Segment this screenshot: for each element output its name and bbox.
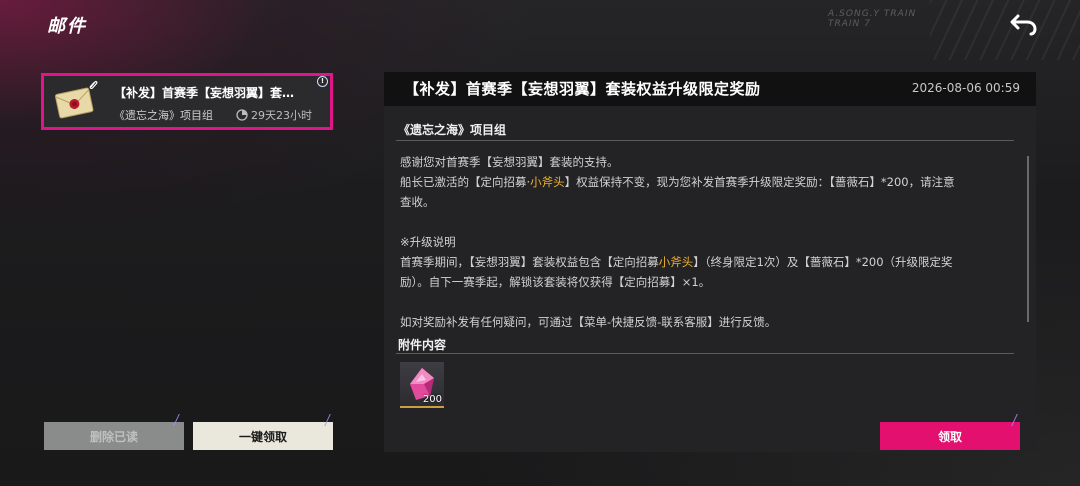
- delete-read-button[interactable]: 删除已读: [44, 422, 184, 450]
- mail-detail-panel: 【补发】首赛季【妄想羽翼】套装权益升级限定奖励 2026-08-06 00:59…: [384, 72, 1036, 452]
- undo-arrow-icon: [1010, 14, 1037, 36]
- mail-detail-sender: 《遗忘之海》项目组: [398, 123, 507, 137]
- divider: [396, 353, 1014, 354]
- body-line: 励）。自下一赛季起，解锁该套装将仅获得【定向招募】×1。: [400, 275, 711, 289]
- claim-all-button[interactable]: 一键领取: [193, 422, 333, 450]
- envelope-icon: [54, 87, 94, 119]
- paperclip-icon: [89, 81, 98, 89]
- body-line: 首赛季期间，【妄想羽翼】套装权益包含【定向招募小斧头】（终身限定1次）及【蔷薇石…: [400, 255, 953, 269]
- mail-item-sender: 《遗忘之海》项目组: [114, 109, 213, 122]
- body-line: ※升级说明: [400, 235, 456, 249]
- attachments-heading: 附件内容: [398, 338, 447, 352]
- highlight-text: 小斧头: [658, 255, 694, 269]
- scrollbar[interactable]: [1027, 156, 1029, 322]
- divider: [396, 140, 1014, 141]
- mail-item-timer-text: 29天23小时: [251, 109, 312, 122]
- body-line: 船长已激活的【定向招募·小斧头】权益保持不变，现为您补发首赛季升级限定奖励：【蔷…: [400, 175, 955, 189]
- mail-item-expiry: 29天23小时: [236, 107, 312, 123]
- body-line: 如对奖励补发有任何疑问，可通过【菜单-快捷反馈-联系客服】进行反馈。: [400, 315, 777, 329]
- body-line: 查收。: [400, 195, 435, 209]
- body-line: 感谢您对首赛季【妄想羽翼】套装的支持。: [400, 155, 619, 169]
- mail-detail-header: 【补发】首赛季【妄想羽翼】套装权益升级限定奖励 2026-08-06 00:59: [384, 72, 1036, 106]
- mail-detail-date: 2026-08-06 00:59: [911, 81, 1020, 95]
- clock-icon: [236, 109, 248, 121]
- back-button[interactable]: [1008, 10, 1040, 38]
- decorative-text: A.SONG.Y TRAIN TRAIN 7: [828, 9, 917, 29]
- attachment-quantity: 200: [422, 394, 442, 405]
- highlight-text: 小斧头: [530, 175, 565, 189]
- decorative-stripes: [930, 0, 1080, 60]
- page-title: 邮件: [47, 16, 87, 37]
- mail-detail-title: 【补发】首赛季【妄想羽翼】套装权益升级限定奖励: [404, 80, 761, 98]
- attachment-item[interactable]: 200: [400, 362, 444, 408]
- alert-icon: !: [317, 76, 328, 87]
- claim-button[interactable]: 领取: [880, 422, 1020, 450]
- mail-list-item[interactable]: 【补发】首赛季【妄想羽翼】套… 《遗忘之海》项目组 29天23小时 !: [41, 73, 333, 130]
- mail-body: 感谢您对首赛季【妄想羽翼】套装的支持。 船长已激活的【定向招募·小斧头】权益保持…: [400, 152, 1016, 332]
- mail-item-title: 【补发】首赛季【妄想羽翼】套…: [114, 86, 295, 100]
